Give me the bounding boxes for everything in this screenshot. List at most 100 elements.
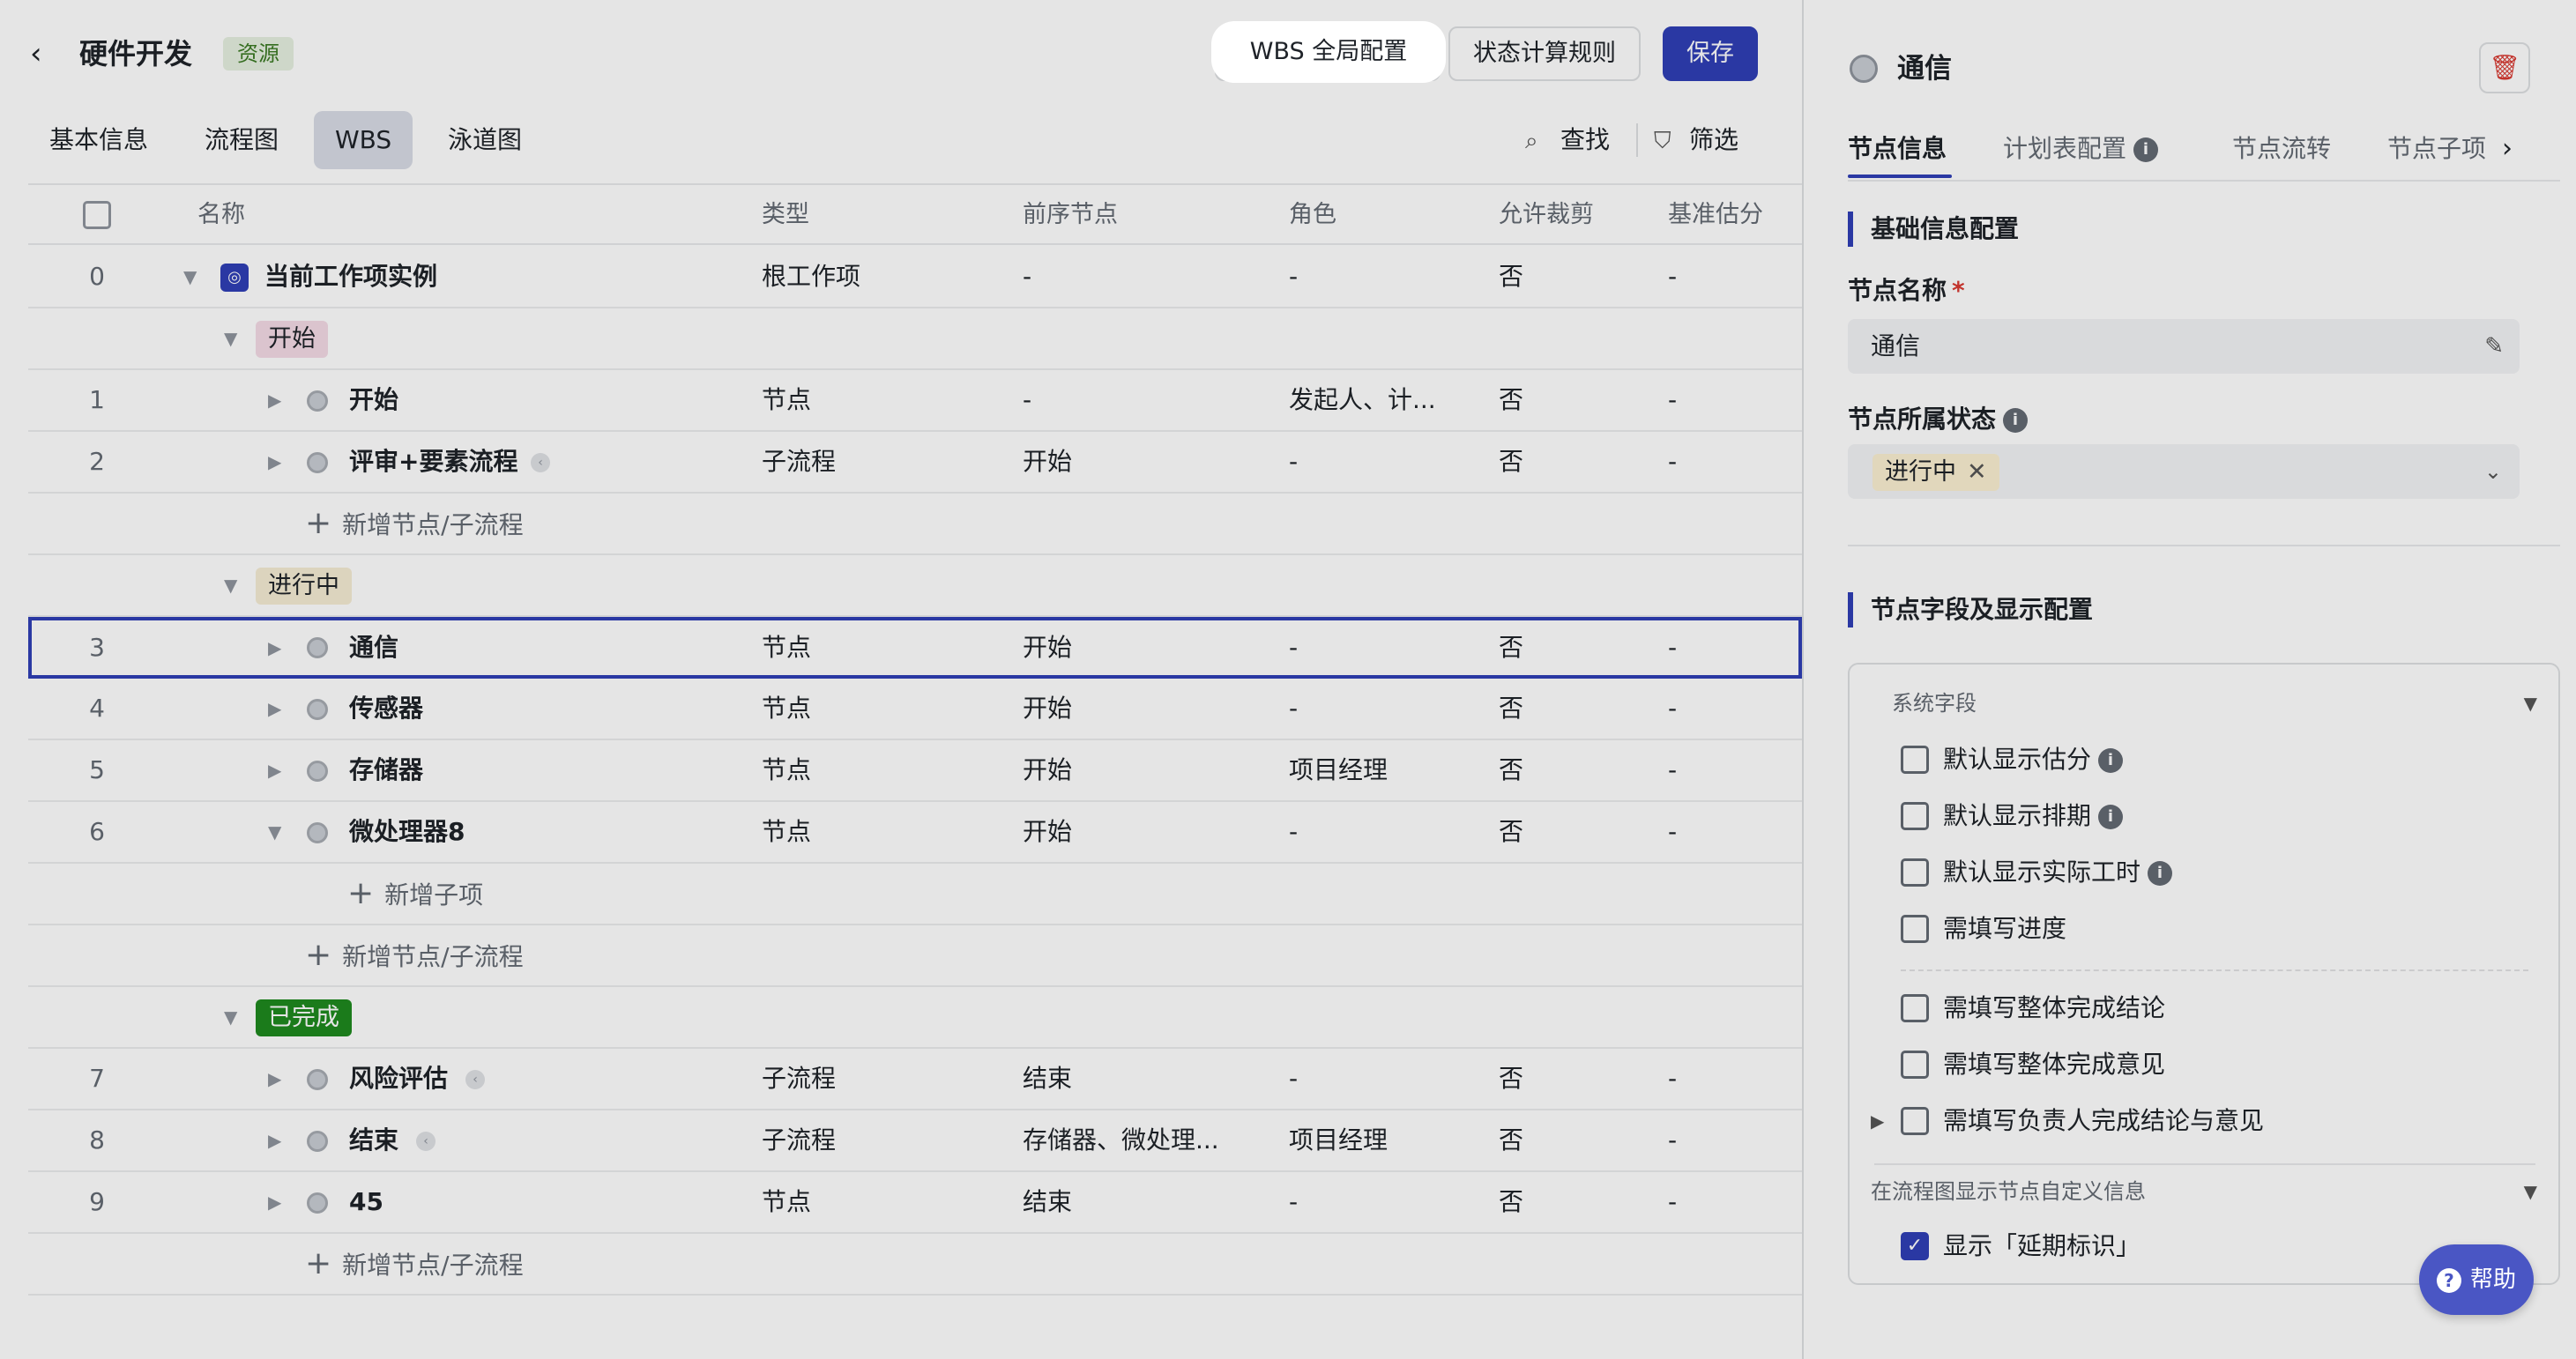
tab-basic-info[interactable]: 基本信息 <box>28 111 169 169</box>
caret-down-icon[interactable]: ▼ <box>224 987 237 1047</box>
info-icon[interactable]: i <box>2133 137 2159 162</box>
node-name-input[interactable]: 通信 ✎ <box>1848 319 2520 374</box>
save-button[interactable]: 保存 <box>1663 26 1758 81</box>
node-status-dot <box>307 699 328 720</box>
caret-right-icon[interactable]: ▶ <box>268 740 281 800</box>
node-status-dot <box>307 1069 328 1090</box>
tab-node-subitems[interactable]: 节点子项 <box>2387 130 2500 167</box>
status-badge: 进行中 <box>256 568 352 605</box>
edit-icon[interactable]: ✎ <box>2484 319 2504 374</box>
checkbox-show-delay[interactable]: ✓ <box>1901 1232 1929 1260</box>
col-name[interactable]: 名称 <box>197 185 245 245</box>
table-row[interactable]: 9 ▶ 45 节点 结束 - 否 - <box>28 1172 1802 1234</box>
col-allow-cut[interactable]: 允许裁剪 <box>1499 185 1594 245</box>
wbs-editor: ‹ 硬件开发 资源 WBS 全局配置 状态计算规则 保存 基本信息 流程图 WB… <box>0 0 1802 1359</box>
tab-wbs[interactable]: WBS <box>314 111 413 169</box>
add-node-button[interactable]: + 新增节点/子流程 <box>305 925 524 987</box>
caret-down-icon[interactable]: ▼ <box>224 308 237 368</box>
table-row[interactable]: 2 ▶ 评审+要素流程 ‹ 子流程 开始 - 否 - <box>28 432 1802 494</box>
select-all-checkbox[interactable] <box>83 201 111 229</box>
checkbox-show-schedule[interactable] <box>1901 802 1929 830</box>
plus-icon: + <box>305 505 332 541</box>
row-index: 6 <box>89 817 105 846</box>
caret-right-icon[interactable]: ▶ <box>268 620 281 675</box>
row-name: 当前工作项实例 <box>264 262 438 291</box>
caret-right-icon[interactable]: ▶ <box>268 1172 281 1232</box>
checkbox-require-opinion[interactable] <box>1901 1051 1929 1079</box>
status-badge: 开始 <box>256 321 328 358</box>
node-status-dot <box>307 761 328 782</box>
row-name: 风险评估 <box>349 1064 449 1093</box>
chevron-right-icon[interactable]: › <box>2502 130 2513 167</box>
table-row[interactable]: 4 ▶ 传感器 节点 开始 - 否 - <box>28 679 1802 740</box>
help-button[interactable]: ? 帮助 <box>2419 1244 2534 1315</box>
group-row-start[interactable]: ▼ 开始 <box>28 308 1802 370</box>
caret-down-icon[interactable]: ▼ <box>2524 687 2537 719</box>
table-row[interactable]: 6 ▼ 微处理器8 节点 开始 - 否 - <box>28 802 1802 864</box>
row-index: 0 <box>89 262 105 291</box>
table-row[interactable]: 1 ▶ 开始 节点 - 发起人、计... 否 - <box>28 370 1802 432</box>
add-row[interactable]: + 新增节点/子流程 <box>28 494 1802 555</box>
add-child-button[interactable]: + 新增子项 <box>347 864 483 925</box>
checkbox-require-conclusion[interactable] <box>1901 994 1929 1022</box>
chevron-down-icon[interactable]: ⌄ <box>2484 444 2502 499</box>
node-status-label: 节点所属状态 i <box>1848 402 2029 437</box>
add-node-button[interactable]: + 新增节点/子流程 <box>305 494 524 555</box>
checkbox-require-progress[interactable] <box>1901 915 1929 943</box>
row-type: 节点 <box>762 1187 812 1216</box>
toolbar-divider <box>1636 123 1638 157</box>
checkbox-show-estimate[interactable] <box>1901 746 1929 774</box>
flow-info-header[interactable]: 在流程图显示节点自定义信息 <box>1871 1176 2146 1207</box>
table-row-selected[interactable]: 3 ▶ 通信 节点 开始 - 否 - <box>28 617 1802 679</box>
chevron-left-icon[interactable]: ‹ <box>30 37 56 71</box>
add-node-button[interactable]: + 新增节点/子流程 <box>305 1234 524 1296</box>
tab-node-flow[interactable]: 节点流转 <box>2232 130 2331 167</box>
checkbox-require-owner-conclusion[interactable] <box>1901 1107 1929 1135</box>
info-icon[interactable]: i <box>2003 408 2029 433</box>
system-fields-header[interactable]: 系统字段 <box>1892 687 1977 719</box>
add-row[interactable]: + 新增节点/子流程 <box>28 1234 1802 1296</box>
table-row[interactable]: 7 ▶ 风险评估 ‹ 子流程 结束 - 否 - <box>28 1049 1802 1110</box>
row-index: 7 <box>89 1064 105 1093</box>
node-status-select[interactable]: 进行中 ✕ ⌄ <box>1848 444 2520 499</box>
col-prev-node[interactable]: 前序节点 <box>1023 185 1118 245</box>
info-icon[interactable]: i <box>2098 805 2124 829</box>
caret-down-icon[interactable]: ▼ <box>183 247 197 307</box>
row-cut: 否 <box>1499 1125 1524 1155</box>
trash-icon[interactable]: 🗑 <box>2479 42 2530 93</box>
add-row[interactable]: + 新增节点/子流程 <box>28 925 1802 987</box>
group-row-in-progress[interactable]: ▼ 进行中 <box>28 555 1802 617</box>
caret-right-icon[interactable]: ▶ <box>268 432 281 492</box>
col-role[interactable]: 角色 <box>1289 185 1336 245</box>
caret-right-icon[interactable]: ▶ <box>268 1049 281 1109</box>
add-child-row[interactable]: + 新增子项 <box>28 864 1802 925</box>
info-icon[interactable]: i <box>2148 861 2173 886</box>
caret-down-icon[interactable]: ▼ <box>268 802 281 862</box>
subflow-icon: ‹ <box>416 1132 436 1151</box>
tab-flow-chart[interactable]: 流程图 <box>183 111 300 169</box>
tab-plan-config[interactable]: 计划表配置 i <box>2003 130 2159 167</box>
checkbox-show-actual-hours[interactable] <box>1901 858 1929 887</box>
tab-swimlane[interactable]: 泳道图 <box>427 111 543 169</box>
col-type[interactable]: 类型 <box>762 185 809 245</box>
highlighted-wbs-config-button[interactable]: WBS 全局配置 <box>1213 23 1444 81</box>
table-row-root[interactable]: 0 ▼ ◎ 当前工作项实例 根工作项 - - 否 - <box>28 247 1802 308</box>
status-rule-button[interactable]: 状态计算规则 <box>1448 26 1641 81</box>
table-row[interactable]: 5 ▶ 存储器 节点 开始 项目经理 否 - <box>28 740 1802 802</box>
group-row-done[interactable]: ▼ 已完成 <box>28 987 1802 1049</box>
filter-button[interactable]: ⛉ 筛选 <box>1654 122 1738 159</box>
col-baseline-estimate[interactable]: 基准估分 <box>1668 185 1763 245</box>
caret-down-icon[interactable]: ▼ <box>2524 1176 2537 1207</box>
caret-right-icon[interactable]: ▶ <box>268 370 281 430</box>
caret-right-icon[interactable]: ▶ <box>268 1110 281 1170</box>
table-row[interactable]: 8 ▶ 结束 ‹ 子流程 存储器、微处理... 项目经理 否 - <box>28 1110 1802 1172</box>
info-icon[interactable]: i <box>2098 748 2124 773</box>
close-icon[interactable]: ✕ <box>1967 458 1987 486</box>
find-button[interactable]: ⌕ 查找 <box>1525 122 1610 159</box>
caret-right-icon[interactable]: ▶ <box>268 679 281 739</box>
tab-node-info[interactable]: 节点信息 <box>1848 130 1947 167</box>
check-label: 默认显示排期 i <box>1943 798 2124 834</box>
caret-down-icon[interactable]: ▼ <box>224 555 237 615</box>
caret-right-icon[interactable]: ▶ <box>1871 1103 1884 1139</box>
row-name: 45 <box>349 1187 383 1216</box>
